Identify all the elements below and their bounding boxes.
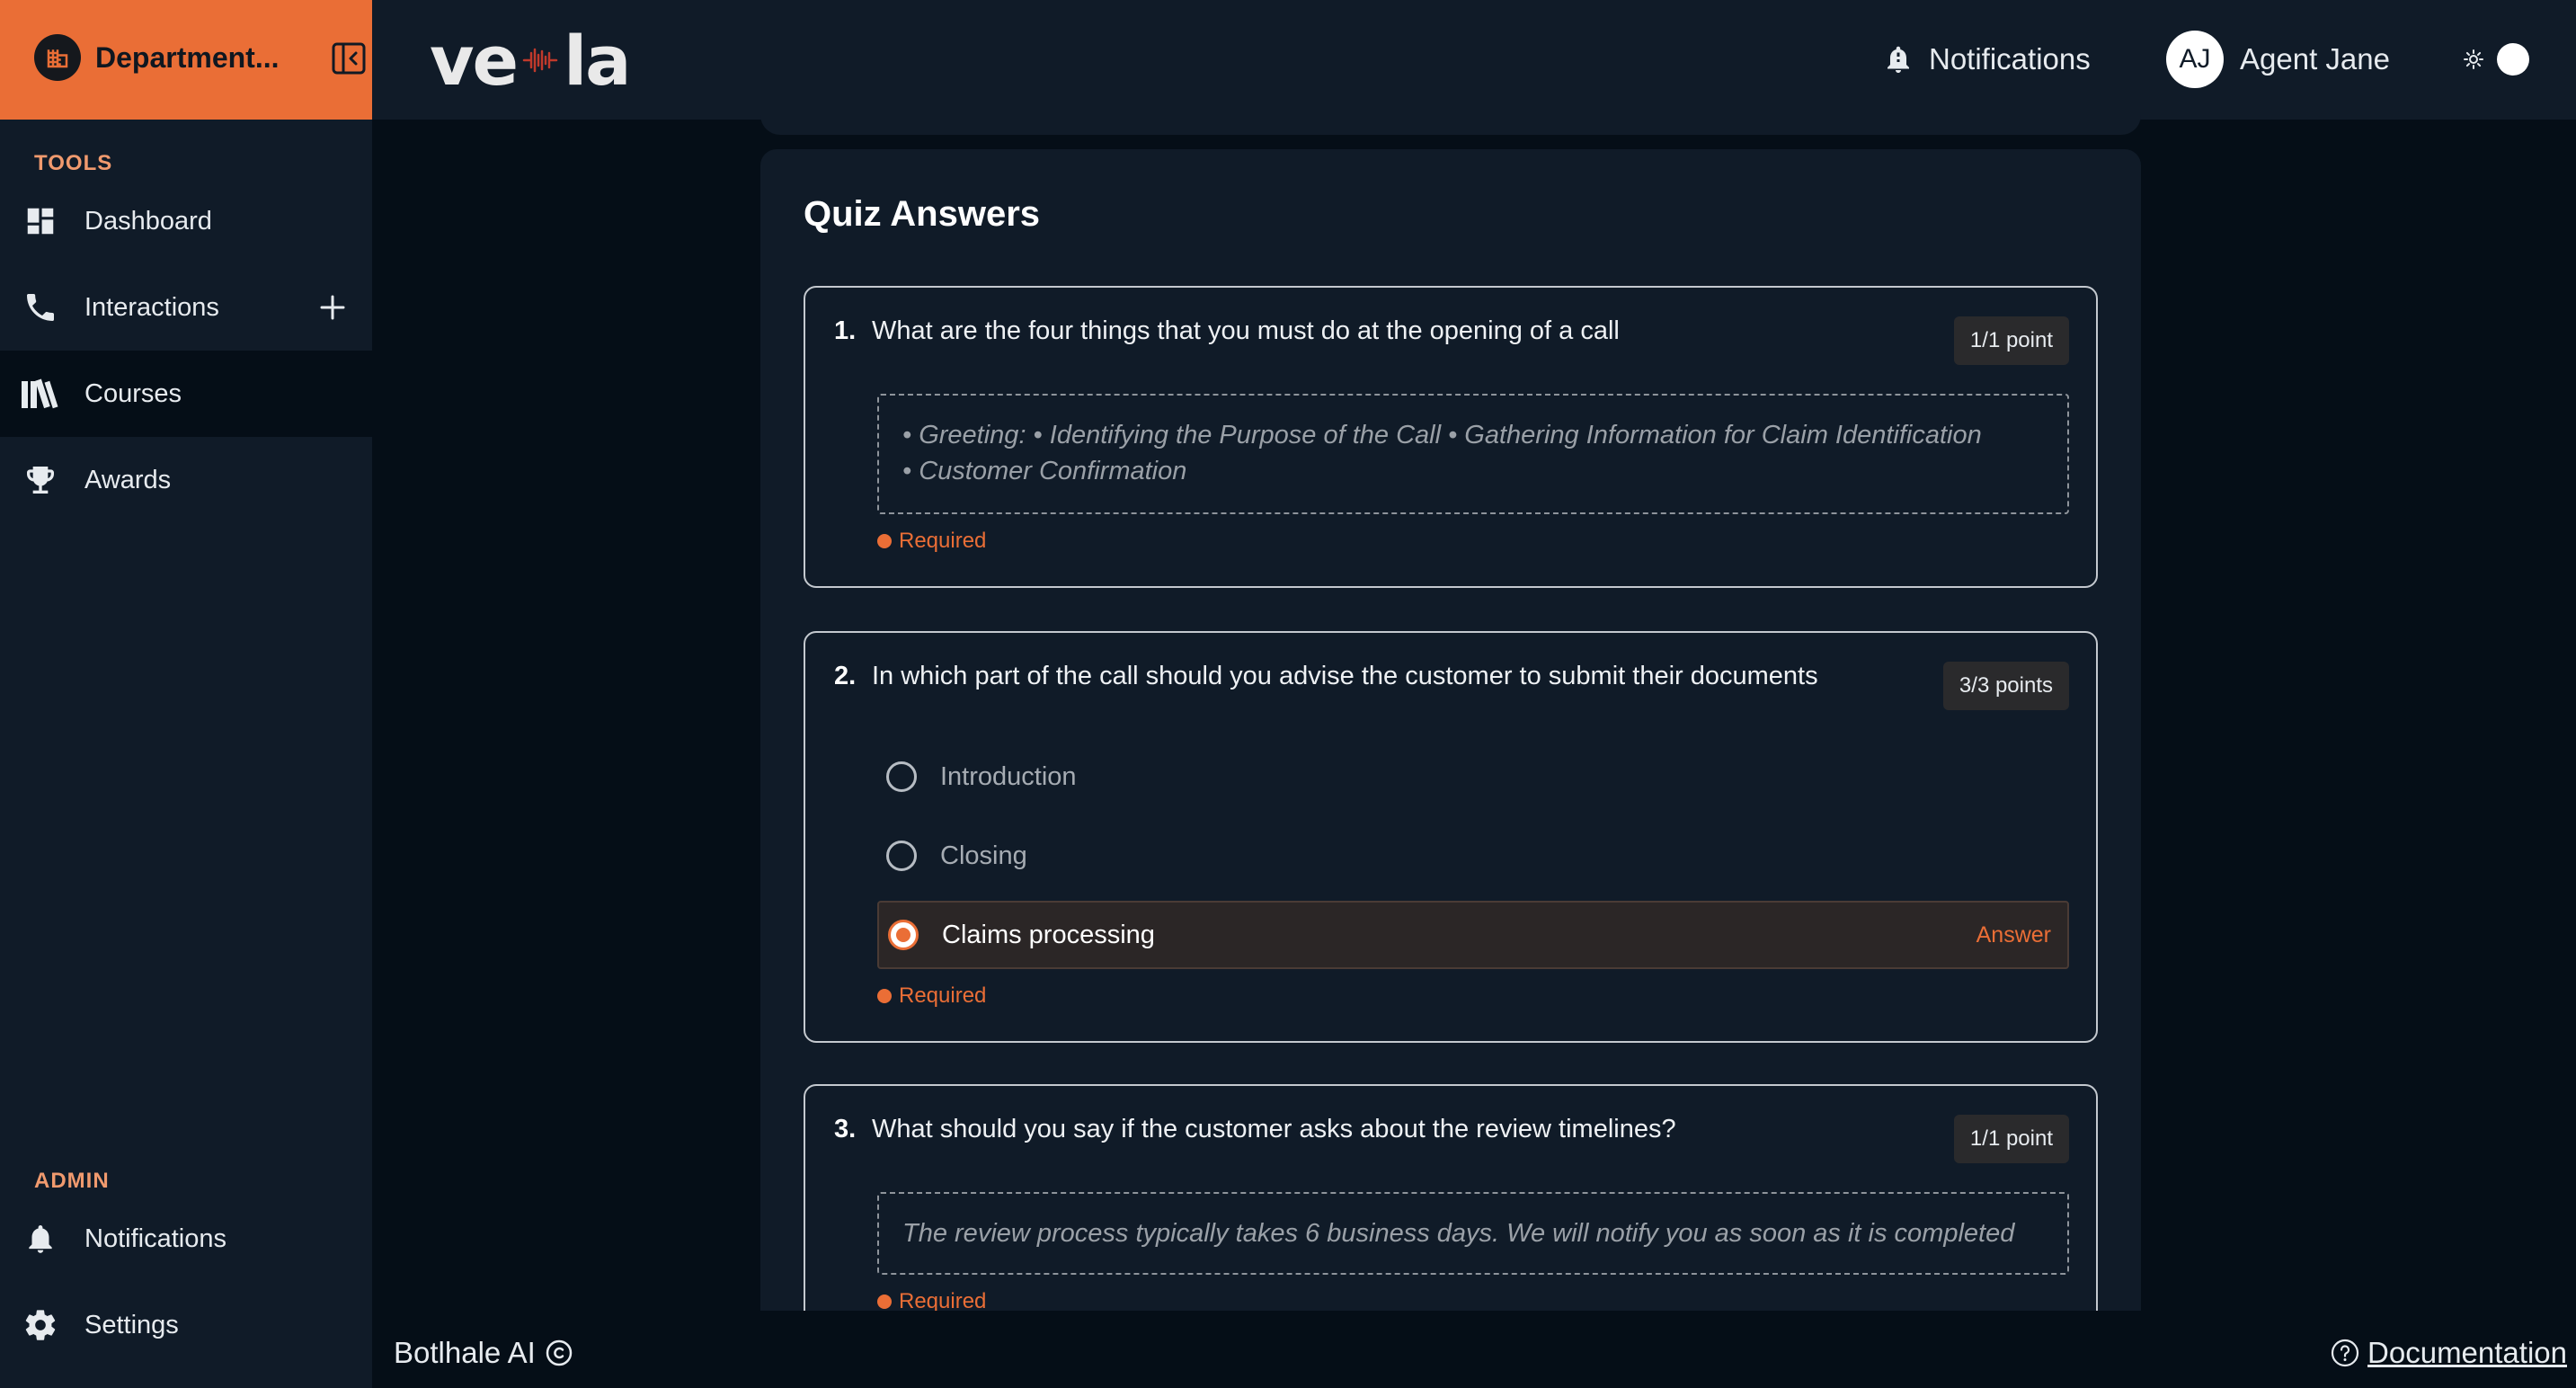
sidebar-item-label: Notifications: [84, 1223, 227, 1253]
required-indicator: Required: [877, 529, 986, 554]
sidebar-item-label: Settings: [84, 1310, 179, 1339]
admin-section-label: ADMIN: [34, 1169, 110, 1193]
question-card: 3. What should you say if the customer a…: [804, 1084, 2098, 1311]
required-label: Required: [899, 529, 987, 553]
sidebar-item-label: Courses: [84, 378, 182, 408]
option-label: Claims processing: [942, 920, 1155, 949]
sidebar-item-dashboard[interactable]: Dashboard: [0, 178, 372, 264]
collapse-sidebar-icon[interactable]: [331, 40, 369, 77]
sidebar-item-label: Dashboard: [84, 206, 212, 236]
question-text: What are the four things that you must d…: [872, 316, 1620, 345]
help-icon: [2331, 1339, 2359, 1367]
brand-text-left: ve: [430, 20, 519, 101]
dashboard-icon: [20, 201, 61, 241]
required-dot-icon: [877, 1295, 892, 1309]
question-number: 1.: [834, 316, 857, 345]
add-interaction-icon[interactable]: [315, 289, 351, 325]
question-number: 3.: [834, 1115, 857, 1143]
answer-line: • Customer Confirmation: [902, 457, 1187, 485]
brand-text-right: la: [564, 20, 631, 101]
sidebar-item-courses[interactable]: Courses: [0, 351, 372, 437]
gear-icon: [20, 1305, 61, 1345]
question-card: 2. In which part of the call should you …: [804, 631, 2098, 1043]
sidebar-item-notifications[interactable]: Notifications: [0, 1196, 372, 1282]
radio-button-selected[interactable]: [888, 920, 919, 950]
sidebar: Department... TOOLS Dashboard Interactio…: [0, 0, 372, 1388]
required-dot-icon: [877, 989, 892, 1003]
previous-card-edge: [760, 90, 2141, 135]
option-introduction[interactable]: Introduction: [877, 743, 2069, 811]
sidebar-item-label: Awards: [84, 465, 172, 494]
user-name: Agent Jane: [2240, 42, 2390, 76]
option-claims-processing[interactable]: Claims processing Answer: [877, 901, 2069, 969]
required-indicator: Required: [877, 1289, 986, 1311]
phone-icon: [20, 288, 61, 327]
quiz-answers-card: Quiz Answers 1. What are the four things…: [760, 149, 2141, 1311]
sidebar-item-label: Interactions: [84, 292, 219, 322]
avatar: AJ: [2166, 31, 2224, 88]
sidebar-item-awards[interactable]: Awards: [0, 437, 372, 523]
department-name: Department...: [95, 41, 280, 74]
sidebar-item-interactions[interactable]: Interactions: [0, 264, 372, 351]
question-text: In which part of the call should you adv…: [872, 662, 1818, 690]
answer-text-box: • Greeting: • Identifying the Purpose of…: [877, 394, 2069, 514]
building-icon: [34, 34, 81, 81]
points-badge: 1/1 point: [1953, 316, 2069, 365]
required-dot-icon: [877, 534, 892, 548]
soundwave-icon: [522, 48, 558, 73]
toggle-knob: [2497, 43, 2529, 76]
notifications-button[interactable]: Notifications: [1882, 36, 2091, 83]
question-number: 2.: [834, 662, 857, 690]
theme-toggle[interactable]: [2463, 41, 2535, 77]
documentation-label: Documentation: [2367, 1336, 2567, 1369]
bell-icon: [1888, 46, 1909, 73]
radio-button[interactable]: [886, 761, 917, 792]
brand-logo[interactable]: ve la: [430, 20, 631, 101]
answer-text-box: The review process typically takes 6 bus…: [877, 1192, 2069, 1275]
required-label: Required: [899, 1289, 987, 1311]
page-title: Quiz Answers: [804, 194, 1041, 234]
documentation-link[interactable]: Documentation: [2330, 1336, 2567, 1370]
question-card: 1. What are the four things that you mus…: [804, 286, 2098, 588]
option-label: Closing: [940, 841, 1027, 870]
answer-line: The review process typically takes 6 bus…: [902, 1219, 2015, 1248]
question-text: What should you say if the customer asks…: [872, 1115, 1676, 1143]
notifications-label: Notifications: [1929, 42, 2091, 76]
option-label: Introduction: [940, 761, 1077, 791]
trophy-icon: [20, 460, 61, 500]
sidebar-item-settings[interactable]: Settings: [0, 1282, 372, 1368]
company-name: Botlhale AI: [394, 1336, 536, 1369]
department-switcher[interactable]: Department...: [0, 0, 372, 120]
footer: Botlhale AI Documentation: [372, 1311, 2576, 1388]
books-icon: [20, 374, 61, 414]
tools-section-label: TOOLS: [34, 151, 113, 175]
answer-line: • Greeting: • Identifying the Purpose of…: [902, 421, 1982, 449]
user-menu[interactable]: AJ Agent Jane: [2166, 31, 2390, 88]
option-closing[interactable]: Closing: [877, 822, 2069, 890]
sun-icon: [2464, 49, 2483, 69]
footer-company: Botlhale AI: [394, 1336, 573, 1370]
points-badge: 1/1 point: [1953, 1115, 2069, 1163]
points-badge: 3/3 points: [1942, 662, 2069, 710]
radio-button[interactable]: [886, 841, 917, 871]
copyright-icon: [546, 1339, 573, 1366]
answer-tag: Answer: [1976, 921, 2051, 948]
required-label: Required: [899, 983, 987, 1008]
bell-icon: [20, 1219, 61, 1259]
required-indicator: Required: [877, 983, 986, 1009]
